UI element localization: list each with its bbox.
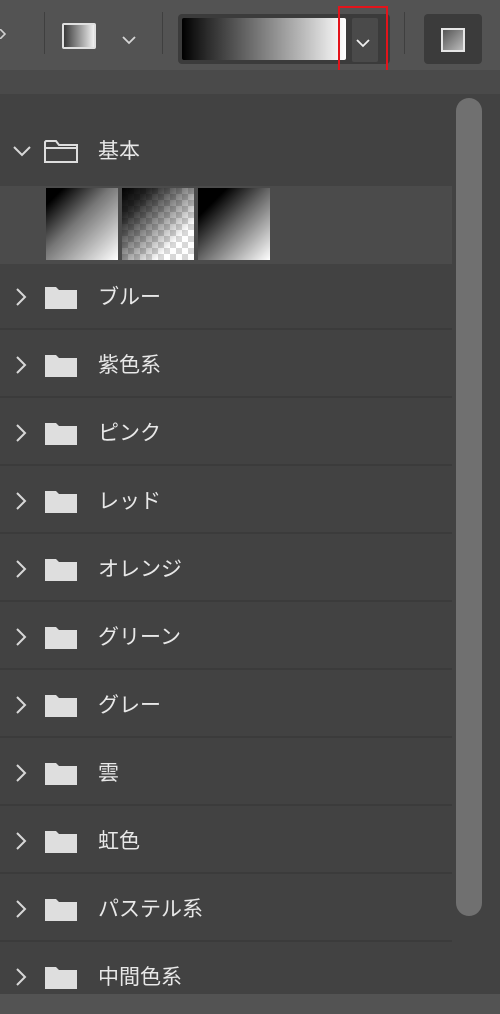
options-toolbar bbox=[0, 0, 500, 74]
chevron-right-icon[interactable] bbox=[14, 288, 28, 306]
chevron-right-icon[interactable] bbox=[14, 832, 28, 850]
toolbar-divider bbox=[404, 12, 405, 54]
folder-icon bbox=[45, 967, 77, 989]
folder-icon bbox=[45, 491, 77, 513]
gradient-presets-panel: 基本 ブルー 紫色系 ピンク レッド オレンジ グリーン グレー 雲 虹色 パス… bbox=[0, 70, 500, 1010]
folder-row[interactable]: 紫色系 bbox=[0, 332, 452, 398]
folder-icon bbox=[45, 763, 77, 785]
preset-thumbnails bbox=[0, 186, 452, 264]
folder-row[interactable]: オレンジ bbox=[0, 536, 452, 602]
folder-label: 虹色 bbox=[98, 829, 140, 853]
folder-row[interactable]: ピンク bbox=[0, 400, 452, 466]
folder-row[interactable]: グレー bbox=[0, 672, 452, 738]
folder-label: ブルー bbox=[98, 285, 161, 309]
toolbar-divider bbox=[44, 12, 45, 54]
gradient-square-icon bbox=[441, 28, 465, 52]
folder-icon bbox=[45, 899, 77, 921]
gradient-square-icon bbox=[62, 23, 96, 49]
current-gradient-preview[interactable] bbox=[182, 18, 346, 60]
folder-label: ピンク bbox=[98, 421, 161, 445]
panel-bottom-bar bbox=[0, 994, 500, 1014]
folder-label: レッド bbox=[98, 489, 161, 513]
folder-icon bbox=[45, 423, 77, 445]
folder-row[interactable]: ブルー bbox=[0, 264, 452, 330]
folder-label: グレー bbox=[98, 693, 161, 717]
folder-open-icon bbox=[44, 140, 78, 163]
chevron-down-icon bbox=[356, 39, 370, 48]
folder-row[interactable]: 虹色 bbox=[0, 808, 452, 874]
gradient-mode-button[interactable] bbox=[424, 14, 482, 64]
gradient-picker-dropdown-button[interactable] bbox=[338, 6, 388, 74]
folder-icon bbox=[45, 287, 77, 309]
folder-row[interactable]: グリーン bbox=[0, 604, 452, 670]
folder-label: オレンジ bbox=[98, 557, 182, 581]
chevron-right-icon[interactable] bbox=[14, 356, 28, 374]
gradient-preset-thumbnail[interactable] bbox=[122, 188, 194, 260]
folder-row-basic[interactable]: 基本 bbox=[0, 118, 452, 184]
gradient-preset-thumbnail[interactable] bbox=[198, 188, 270, 260]
folder-label: 基本 bbox=[98, 139, 140, 163]
chevron-down-icon[interactable] bbox=[122, 35, 136, 45]
chevron-right-icon[interactable] bbox=[14, 424, 28, 442]
vertical-scrollbar-thumb[interactable] bbox=[456, 98, 482, 916]
chevron-right-icon[interactable] bbox=[14, 764, 28, 782]
folder-icon bbox=[45, 627, 77, 649]
folder-label: パステル系 bbox=[98, 897, 203, 921]
gradient-swatch-button[interactable] bbox=[62, 23, 100, 53]
chevron-right-icon[interactable] bbox=[0, 29, 6, 39]
chevron-right-icon[interactable] bbox=[14, 628, 28, 646]
chevron-right-icon[interactable] bbox=[14, 900, 28, 918]
gradient-preset-thumbnail[interactable] bbox=[46, 188, 118, 260]
chevron-down-icon[interactable] bbox=[12, 144, 32, 158]
chevron-right-icon[interactable] bbox=[14, 696, 28, 714]
folder-icon bbox=[45, 831, 77, 853]
folder-label: 雲 bbox=[98, 761, 119, 785]
chevron-right-icon[interactable] bbox=[14, 492, 28, 510]
chevron-right-icon[interactable] bbox=[14, 560, 28, 578]
folder-label: 紫色系 bbox=[98, 353, 161, 377]
folder-icon bbox=[45, 695, 77, 717]
folder-icon bbox=[45, 559, 77, 581]
folder-row[interactable]: 雲 bbox=[0, 740, 452, 806]
toolbar-divider bbox=[162, 12, 163, 54]
chevron-right-icon[interactable] bbox=[14, 968, 28, 986]
folder-row[interactable]: レッド bbox=[0, 468, 452, 534]
folder-row[interactable]: パステル系 bbox=[0, 876, 452, 942]
folder-icon bbox=[45, 355, 77, 377]
folder-label: グリーン bbox=[98, 625, 181, 649]
